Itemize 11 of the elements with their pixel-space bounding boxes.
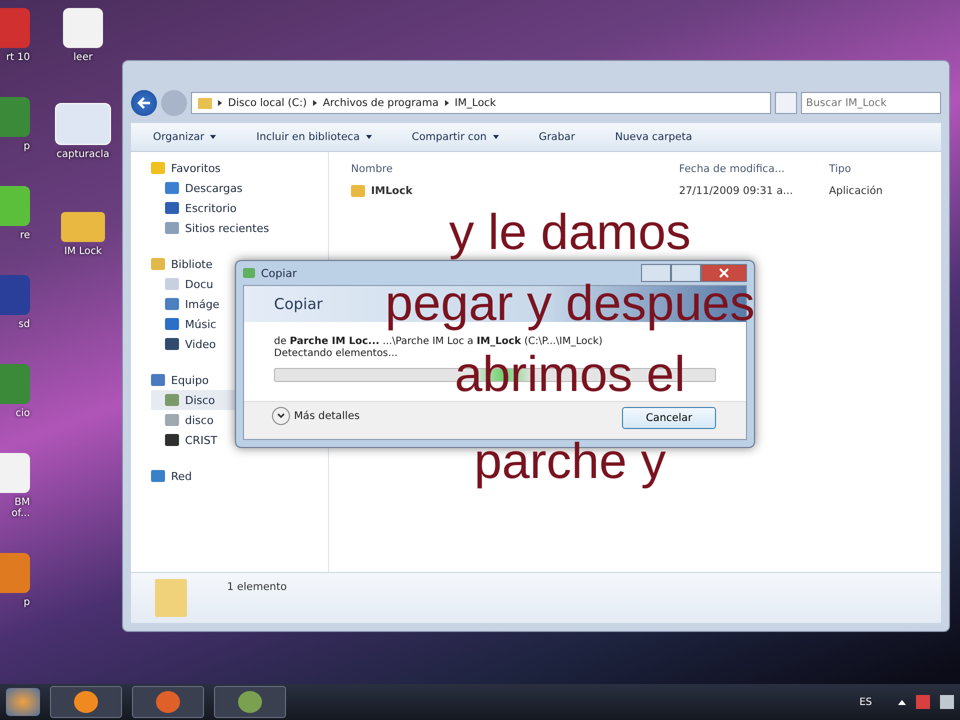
- subtitle-text: abrimos el: [454, 349, 686, 399]
- item-count: 1 elemento: [227, 581, 287, 593]
- subtitle-text: y le damos: [449, 207, 691, 257]
- subtitle-text: pegar y despues: [385, 278, 755, 328]
- copy-detail: de Parche IM Loc... ...\Parche IM Loc a IM_Lock (C:\P...\IM_Lock): [274, 336, 604, 347]
- copy-status: Detectando elementos...: [274, 348, 399, 359]
- dialog-heading: Copiar: [274, 295, 323, 313]
- window-title: Copiar: [261, 266, 297, 280]
- table-cell-text: Aplicación: [829, 185, 884, 197]
- table-cell-text: 27/11/2009 09:31 a...: [679, 185, 794, 197]
- subtitle-text: parche y: [474, 436, 666, 486]
